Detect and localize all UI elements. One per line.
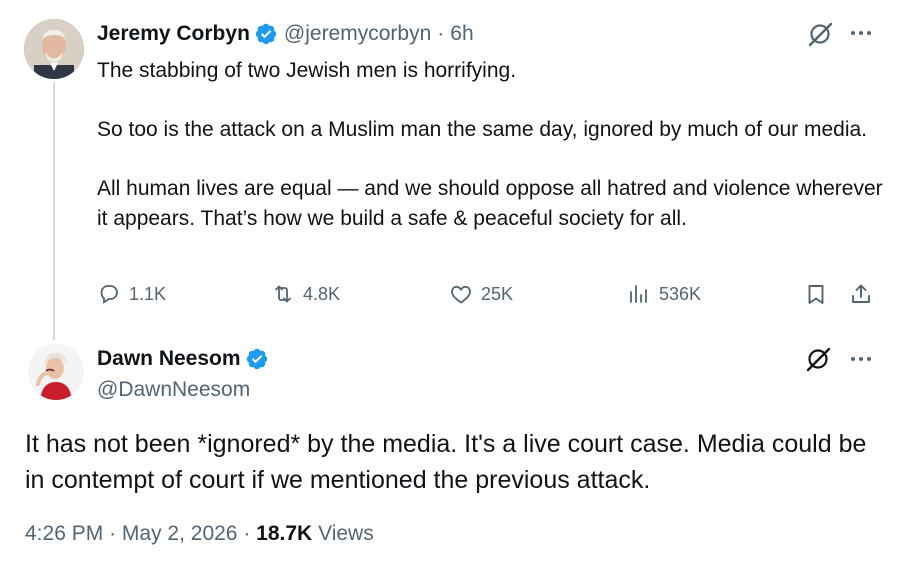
thread-connector-line xyxy=(53,82,55,340)
share-button[interactable] xyxy=(849,282,873,306)
like-count: 25K xyxy=(481,283,514,304)
retweet-button[interactable]: 4.8K xyxy=(271,282,340,306)
tweet-actions: 1.1K 4.8K 25K 536K xyxy=(97,282,877,310)
retweet-count: 4.8K xyxy=(303,283,341,304)
more-icon[interactable] xyxy=(848,346,874,372)
tweet-time[interactable]: 6h xyxy=(450,22,473,46)
reply-icon xyxy=(100,285,118,304)
avatar-image xyxy=(24,19,84,79)
grok-icon[interactable] xyxy=(804,345,832,373)
reply-views-count: 18.7K xyxy=(256,522,313,545)
reply-button[interactable]: 1.1K xyxy=(97,282,166,306)
verified-badge-icon xyxy=(245,347,269,371)
more-icon[interactable] xyxy=(848,20,874,46)
tweet-header: Jeremy Corbyn @jeremycorbyn · 6h xyxy=(97,20,474,48)
grok-icon[interactable] xyxy=(806,20,834,48)
views-icon xyxy=(630,285,647,303)
reply-date[interactable]: May 2, 2026 xyxy=(122,522,238,545)
views-count: 536K xyxy=(659,283,702,304)
views-button[interactable]: 536K xyxy=(627,282,701,306)
bookmark-icon xyxy=(808,285,824,304)
avatar-jeremy-corbyn[interactable] xyxy=(24,19,84,79)
reply-author-name[interactable]: Dawn Neesom xyxy=(97,347,241,371)
reply-meta: 4:26 PM · May 2, 2026 · 18.7K Views xyxy=(25,522,374,546)
separator-dot: · xyxy=(109,522,117,545)
author-handle[interactable]: @jeremycorbyn xyxy=(284,22,431,46)
retweet-icon xyxy=(275,285,291,303)
reply-header: Dawn Neesom xyxy=(97,345,269,373)
tweet-paragraph: All human lives are equal — and we shoul… xyxy=(97,177,883,230)
tweet-paragraph: So too is the attack on a Muslim man the… xyxy=(97,118,867,141)
separator-dot: · xyxy=(437,22,445,45)
verified-badge-icon xyxy=(254,22,278,46)
like-icon xyxy=(451,285,471,304)
share-icon xyxy=(852,284,870,303)
reply-views-label: Views xyxy=(318,522,374,545)
avatar-image xyxy=(28,344,84,400)
bookmark-button[interactable] xyxy=(804,282,828,306)
tweet-paragraph: The stabbing of two Jewish men is horrif… xyxy=(97,59,517,82)
like-button[interactable]: 25K xyxy=(449,282,513,306)
avatar-dawn-neesom[interactable] xyxy=(28,344,84,400)
separator-dot: · xyxy=(243,522,251,545)
author-name[interactable]: Jeremy Corbyn xyxy=(97,22,250,46)
tweet-body: The stabbing of two Jewish men is horrif… xyxy=(97,56,887,233)
reply-author-handle[interactable]: @DawnNeesom xyxy=(97,378,250,402)
reply-time[interactable]: 4:26 PM xyxy=(25,522,103,545)
reply-count: 1.1K xyxy=(129,283,167,304)
reply-body: It has not been *ignored* by the media. … xyxy=(25,430,867,494)
